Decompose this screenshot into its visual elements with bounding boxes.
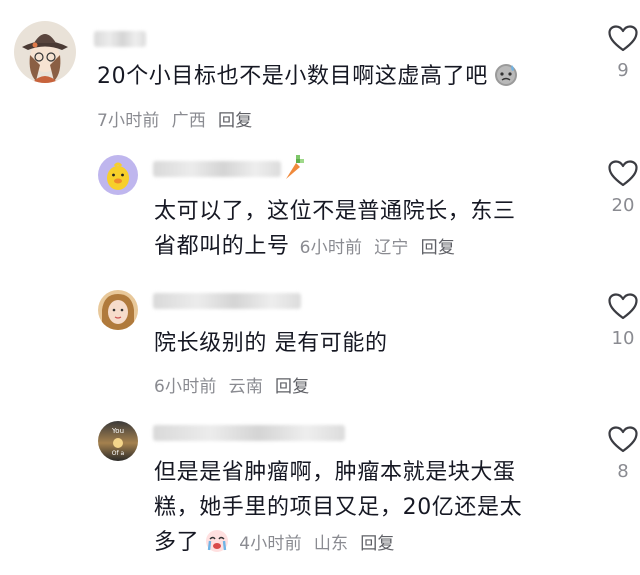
comment-text: 但是是省肿瘤啊，肿瘤本就是块大蛋 糕，她手里的项目又足，20亿还是太 多了 4小… bbox=[154, 455, 522, 562]
location: 云南 bbox=[228, 377, 264, 397]
reply-button[interactable]: 回复 bbox=[421, 238, 455, 258]
heart-outline-icon bbox=[608, 293, 638, 320]
like-count: 9 bbox=[617, 60, 629, 81]
location: 广西 bbox=[171, 111, 207, 131]
avatar[interactable] bbox=[98, 290, 138, 330]
comment-text: 20个小目标也不是小数目啊这虚高了吧 bbox=[97, 59, 520, 94]
avatar[interactable]: You Of a bbox=[98, 421, 138, 461]
comment-text-line: 省都叫的上号 6小时前 辽宁 回复 bbox=[154, 229, 516, 266]
comment-meta: 6小时前 辽宁 回复 bbox=[300, 238, 467, 258]
like-button[interactable]: 9 bbox=[603, 25, 640, 81]
heart-outline-icon bbox=[608, 25, 638, 52]
comment-text-line: 多了 4小时前 山东 回复 bbox=[154, 525, 522, 562]
avatar-sunset-image: You Of a bbox=[98, 421, 138, 461]
username-blurred[interactable] bbox=[153, 293, 301, 309]
like-button[interactable]: 20 bbox=[603, 160, 640, 216]
timestamp: 4小时前 bbox=[239, 534, 302, 554]
username-blurred[interactable] bbox=[153, 425, 345, 441]
like-button[interactable]: 8 bbox=[603, 426, 640, 482]
avatar-portrait-image bbox=[98, 290, 138, 330]
reply-button[interactable]: 回复 bbox=[275, 377, 309, 397]
like-count: 20 bbox=[611, 195, 635, 216]
reply-button[interactable]: 回复 bbox=[360, 534, 394, 554]
avatar-text-top: You bbox=[111, 427, 124, 435]
location: 辽宁 bbox=[374, 238, 409, 258]
comment-1: 20个小目标也不是小数目啊这虚高了吧 7小时前 广西 回复 9 bbox=[0, 0, 640, 140]
timestamp: 6小时前 bbox=[154, 377, 217, 397]
comment-2: 太可以了，这位不是普通院长，东三 省都叫的上号 6小时前 辽宁 回复 20 bbox=[0, 140, 640, 280]
comment-text-line: 糕，她手里的项目又足，20亿还是太 bbox=[154, 495, 523, 520]
like-button[interactable]: 10 bbox=[603, 293, 640, 349]
sweat-emoji-icon bbox=[492, 60, 520, 88]
avatar-text-bottom: Of a bbox=[112, 450, 125, 457]
carrot-badge-icon bbox=[282, 153, 304, 181]
comment-meta: 4小时前 山东 回复 bbox=[239, 534, 406, 554]
comment-text: 院长级别的 是有可能的 bbox=[154, 331, 388, 356]
avatar-girl-hat-image bbox=[14, 21, 76, 83]
comment-meta: 6小时前 云南 回复 bbox=[154, 372, 321, 397]
comment-text-line: 太可以了，这位不是普通院长，东三 bbox=[154, 199, 516, 224]
location: 山东 bbox=[313, 534, 349, 554]
comment-text: 太可以了，这位不是普通院长，东三 省都叫的上号 6小时前 辽宁 回复 bbox=[154, 194, 516, 266]
crying-emoji-icon bbox=[203, 526, 231, 554]
avatar-duck-image bbox=[98, 155, 138, 195]
timestamp: 6小时前 bbox=[299, 238, 363, 258]
comment-meta: 7小时前 广西 回复 bbox=[97, 106, 264, 131]
reply-button[interactable]: 回复 bbox=[218, 111, 252, 131]
heart-outline-icon bbox=[608, 426, 638, 453]
username-blurred[interactable] bbox=[153, 161, 281, 177]
like-count: 10 bbox=[611, 328, 635, 349]
avatar[interactable] bbox=[98, 155, 138, 195]
timestamp: 7小时前 bbox=[97, 111, 160, 131]
heart-outline-icon bbox=[608, 160, 638, 187]
comment-4: You Of a 但是是省肿瘤啊，肿瘤本就是块大蛋 糕，她手里的项目又足，20亿… bbox=[0, 410, 640, 575]
like-count: 8 bbox=[617, 461, 629, 482]
username-blurred[interactable] bbox=[94, 31, 146, 47]
comment-text-line: 但是是省肿瘤啊，肿瘤本就是块大蛋 bbox=[154, 460, 516, 485]
avatar[interactable] bbox=[14, 21, 76, 83]
comment-3: 院长级别的 是有可能的 6小时前 云南 回复 10 bbox=[0, 280, 640, 410]
